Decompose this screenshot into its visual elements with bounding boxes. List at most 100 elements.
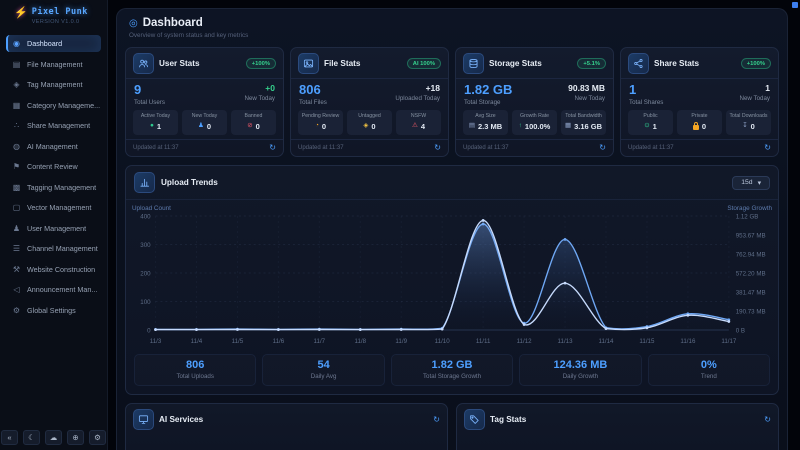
svg-text:11/7: 11/7: [314, 338, 326, 345]
refresh-icon[interactable]: ↻: [433, 415, 440, 424]
download-icon: ↧: [742, 123, 747, 130]
bar-chart-icon: [139, 177, 150, 188]
svg-text:11/17: 11/17: [721, 338, 737, 345]
card-main-label: Total Users: [134, 99, 165, 106]
sidebar-item-label: AI Management: [27, 142, 78, 151]
sidebar-item-tagging-management[interactable]: ▩ Tagging Management: [6, 179, 101, 196]
sidebar-item-share-management[interactable]: ∴ Share Management: [6, 117, 101, 134]
mini-stat-nsfw: NSFW ⚠4: [396, 110, 441, 135]
svg-text:11/8: 11/8: [354, 338, 366, 345]
ban-icon: ⊘: [247, 123, 252, 130]
svg-text:11/15: 11/15: [639, 338, 655, 345]
sidebar-item-ai-management[interactable]: ◍ AI Management: [6, 138, 101, 155]
screen: ⚡ Pixel Punk VERSION V1.0.0 ◉ Dashboard …: [0, 0, 800, 450]
svg-text:11/10: 11/10: [435, 338, 451, 345]
mini-stat-total-bandwidth: Total Bandwidth ▦3.16 GB: [561, 110, 606, 135]
theme-icon: ☾: [28, 433, 35, 442]
svg-text:200: 200: [140, 270, 151, 277]
summary-total-uploads: 806 Total Uploads: [134, 354, 256, 386]
refresh-icon[interactable]: ↻: [599, 143, 606, 152]
card-badge: +100%: [741, 58, 771, 69]
cloud-button[interactable]: ☁: [45, 430, 62, 445]
card-side-value: +18: [395, 83, 440, 93]
mini-stat-growth-rate: Growth Rate ↑100.0%: [512, 110, 557, 135]
sidebar-item-tag-management[interactable]: ◈ Tag Management: [6, 76, 101, 93]
users-icon-box: [133, 53, 154, 74]
sidebar-item-label: Tag Management: [27, 80, 83, 89]
sidebar-item-label: Global Settings: [27, 306, 76, 315]
sidebar-item-user-management[interactable]: ♟ User Management: [6, 220, 101, 237]
dot-icon: ●: [150, 123, 154, 130]
refresh-icon[interactable]: ↻: [764, 143, 771, 152]
svg-text:11/13: 11/13: [558, 338, 574, 345]
card-title: Share Stats: [654, 59, 699, 68]
svg-text:0 B: 0 B: [736, 327, 745, 334]
logo[interactable]: ⚡ Pixel Punk VERSION V1.0.0: [0, 0, 107, 29]
card-main-value: 9: [134, 83, 165, 97]
tagmini-icon: ◈: [363, 123, 368, 130]
bottom-cards-row: AI Services ↻ Tag Stats ↻: [125, 403, 779, 450]
card-main-value: 1: [629, 83, 663, 97]
sidebar-item-label: Tagging Management: [27, 183, 96, 192]
svg-text:Upload Count: Upload Count: [132, 205, 171, 212]
dashboard-header-icon: ◎: [129, 18, 138, 29]
svg-text:11/11: 11/11: [476, 338, 491, 345]
refresh-icon[interactable]: ↻: [434, 143, 441, 152]
chart-summary-row: 806 Total Uploads 54 Daily Avg 1.82 GB T…: [126, 352, 778, 394]
updated-at: Updated at 11:37: [298, 145, 344, 151]
card-side-value: +0: [245, 83, 276, 93]
sidebar-item-label: Website Construction: [27, 265, 95, 274]
sidebar-item-category-manageme[interactable]: ▦ Category Manageme...: [6, 97, 101, 114]
svg-text:190.73 MB: 190.73 MB: [736, 308, 766, 315]
range-select[interactable]: 15d ▾: [732, 176, 770, 190]
svg-text:11/4: 11/4: [191, 338, 203, 345]
refresh-icon[interactable]: ↻: [764, 415, 771, 424]
card-tag-stats: Tag Stats ↻: [456, 403, 779, 450]
language-button[interactable]: ⊕: [67, 430, 84, 445]
summary-daily-growth: 124.36 MB Daily Growth: [519, 354, 641, 386]
sidebar-item-website-construction[interactable]: ⚒ Website Construction: [6, 261, 101, 278]
upload-trends-chart: 40030020010001.12 GB953.67 MB762.94 MB57…: [130, 202, 774, 352]
image-icon: [303, 58, 314, 69]
svg-text:Storage Growth: Storage Growth: [727, 205, 772, 212]
summary-total-storage-growth: 1.82 GB Total Storage Growth: [391, 354, 513, 386]
scroll-indicator: [792, 2, 798, 8]
mini-stat-total-downloads: Total Downloads ↧0: [726, 110, 771, 135]
tagbig-icon: [469, 414, 480, 425]
theme-button[interactable]: ☾: [23, 430, 40, 445]
sidebar-item-announcement-man[interactable]: ◁ Announcement Man...: [6, 281, 101, 298]
image-icon-box: [298, 53, 319, 74]
collapse-button[interactable]: «: [1, 430, 18, 445]
sidebar-item-channel-management[interactable]: ☰ Channel Management: [6, 240, 101, 257]
card-title: Tag Stats: [490, 415, 526, 424]
page-subtitle: Overview of system status and key metric…: [129, 32, 775, 39]
upload-trends-card: Upload Trends 15d ▾ 40030020010001.12 GB…: [125, 165, 779, 395]
sidebar-item-global-settings[interactable]: ⚙ Global Settings: [6, 302, 101, 319]
card-badge: +100%: [246, 58, 276, 69]
page-header: ◎ Dashboard Overview of system status an…: [117, 9, 787, 44]
page-title: Dashboard: [143, 17, 203, 29]
gear-button[interactable]: ⚙: [89, 430, 106, 445]
updated-at: Updated at 11:37: [133, 145, 179, 151]
card-badge: +5.1%: [577, 58, 606, 69]
content-panel: ◎ Dashboard Overview of system status an…: [116, 8, 788, 450]
svg-text:572.20 MB: 572.20 MB: [736, 270, 766, 277]
stat-card-storage-stats: Storage Stats +5.1% 1.82 GB Total Storag…: [455, 47, 614, 157]
card-title: User Stats: [159, 59, 200, 68]
sidebar-item-vector-management[interactable]: ▢ Vector Management: [6, 199, 101, 216]
mini-stat-public: Public ⊙1: [628, 110, 673, 135]
tagbig-icon-box: [464, 409, 485, 430]
svg-text:953.67 MB: 953.67 MB: [736, 232, 766, 239]
sidebar-item-content-review[interactable]: ⚑ Content Review: [6, 158, 101, 175]
sharebig-icon: [633, 58, 644, 69]
card-title: Storage Stats: [489, 59, 542, 68]
card-main-value: 1.82 GB: [464, 83, 512, 97]
sidebar-item-file-management[interactable]: ▤ File Management: [6, 56, 101, 73]
card-side-label: New Today: [245, 95, 276, 102]
sidebar-item-dashboard[interactable]: ◉ Dashboard: [6, 35, 101, 52]
svg-text:1.12 GB: 1.12 GB: [736, 213, 759, 220]
review-icon: ⚑: [12, 162, 21, 171]
stat-cards-row: User Stats +100% 9 Total Users +0 New To…: [117, 44, 787, 157]
refresh-icon[interactable]: ↻: [269, 143, 276, 152]
svg-text:762.94 MB: 762.94 MB: [736, 251, 766, 258]
